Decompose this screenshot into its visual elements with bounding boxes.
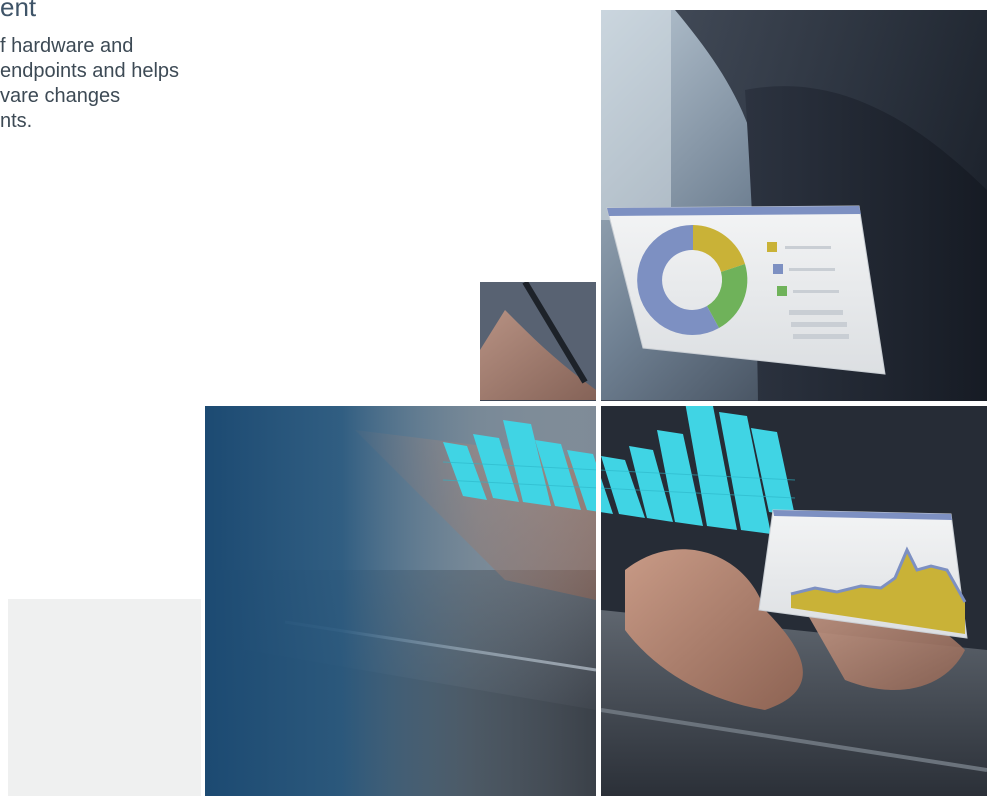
gray-decorative-box [8, 599, 201, 796]
description-line: vare changes [0, 85, 121, 107]
section-heading: ent [0, 0, 37, 22]
section-description: f hardware and endpoints and helps vare … [0, 34, 179, 134]
donut-chart-card [606, 205, 886, 375]
description-line: endpoints and helps [0, 60, 180, 82]
description-line: nts. [0, 110, 33, 132]
description-line: f hardware and [0, 35, 134, 57]
photo-mosaic [205, 10, 987, 796]
